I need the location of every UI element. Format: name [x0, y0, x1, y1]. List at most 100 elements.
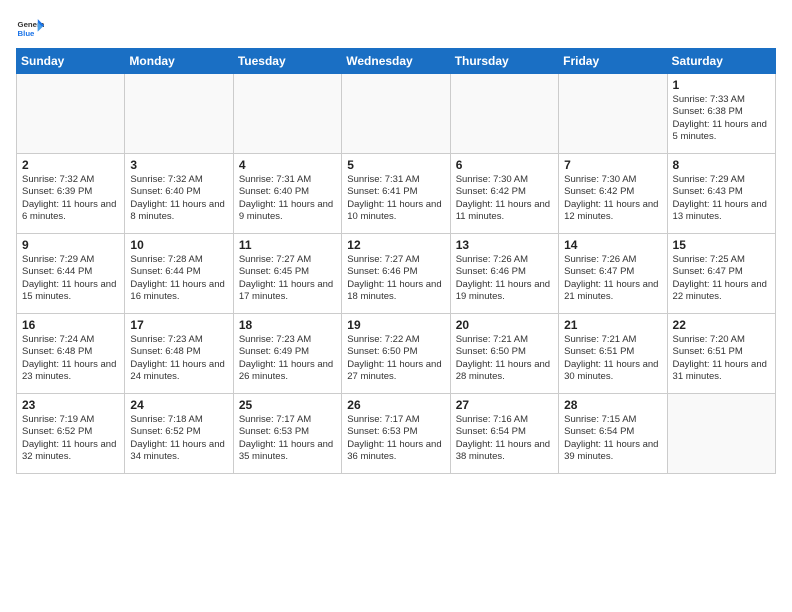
cell-info: Sunrise: 7:18 AMSunset: 6:52 PMDaylight:…: [130, 414, 227, 463]
svg-text:Blue: Blue: [18, 29, 36, 38]
cell-info: Sunrise: 7:30 AMSunset: 6:42 PMDaylight:…: [564, 174, 661, 223]
calendar-cell: 10Sunrise: 7:28 AMSunset: 6:44 PMDayligh…: [125, 234, 233, 314]
calendar-week-3: 9 Sunrise: 7:29 AMSunset: 6:44 PMDaylight…: [17, 234, 776, 314]
day-number: 17: [130, 318, 227, 332]
cell-info: Sunrise: 7:16 AMSunset: 6:54 PMDaylight:…: [456, 414, 553, 463]
calendar-cell: 1 Sunrise: 7:33 AMSunset: 6:38 PMDaylight…: [667, 74, 775, 154]
calendar-cell: 8 Sunrise: 7:29 AMSunset: 6:43 PMDaylight…: [667, 154, 775, 234]
cell-info: Sunrise: 7:33 AMSunset: 6:38 PMDaylight:…: [673, 94, 770, 143]
calendar-cell: 4 Sunrise: 7:31 AMSunset: 6:40 PMDaylight…: [233, 154, 341, 234]
day-number: 28: [564, 398, 661, 412]
day-number: 4: [239, 158, 336, 172]
day-number: 5: [347, 158, 444, 172]
calendar-header-saturday: Saturday: [667, 49, 775, 74]
calendar-cell: 16 Sunrise: 7:24 AMSunset: 6:48 PMDayligh…: [17, 314, 125, 394]
day-number: 18: [239, 318, 336, 332]
day-number: 25: [239, 398, 336, 412]
calendar-cell: 5 Sunrise: 7:31 AMSunset: 6:41 PMDaylight…: [342, 154, 450, 234]
day-number: 9: [22, 238, 119, 252]
calendar-week-1: 1 Sunrise: 7:33 AMSunset: 6:38 PMDaylight…: [17, 74, 776, 154]
calendar-cell: [125, 74, 233, 154]
calendar-header-wednesday: Wednesday: [342, 49, 450, 74]
cell-info: Sunrise: 7:25 AMSunset: 6:47 PMDaylight:…: [673, 254, 770, 303]
calendar-cell: 9 Sunrise: 7:29 AMSunset: 6:44 PMDaylight…: [17, 234, 125, 314]
calendar-cell: [450, 74, 558, 154]
calendar-week-4: 16 Sunrise: 7:24 AMSunset: 6:48 PMDayligh…: [17, 314, 776, 394]
calendar-week-2: 2 Sunrise: 7:32 AMSunset: 6:39 PMDaylight…: [17, 154, 776, 234]
calendar-cell: 25 Sunrise: 7:17 AMSunset: 6:53 PMDayligh…: [233, 394, 341, 474]
calendar-week-5: 23Sunrise: 7:19 AMSunset: 6:52 PMDayligh…: [17, 394, 776, 474]
calendar-cell: 17 Sunrise: 7:23 AMSunset: 6:48 PMDayligh…: [125, 314, 233, 394]
calendar-cell: [342, 74, 450, 154]
logo-icon: General Blue: [16, 16, 44, 44]
calendar-cell: 24 Sunrise: 7:18 AMSunset: 6:52 PMDayligh…: [125, 394, 233, 474]
cell-info: Sunrise: 7:32 AMSunset: 6:40 PMDaylight:…: [130, 174, 227, 223]
calendar-cell: 2 Sunrise: 7:32 AMSunset: 6:39 PMDaylight…: [17, 154, 125, 234]
calendar-cell: 12 Sunrise: 7:27 AMSunset: 6:46 PMDayligh…: [342, 234, 450, 314]
cell-info: Sunrise: 7:17 AMSunset: 6:53 PMDaylight:…: [347, 414, 444, 463]
cell-info: Sunrise: 7:29 AMSunset: 6:43 PMDaylight:…: [673, 174, 770, 223]
calendar-header-row: SundayMondayTuesdayWednesdayThursdayFrid…: [17, 49, 776, 74]
page-header: General Blue: [16, 16, 776, 44]
cell-info: Sunrise: 7:20 AMSunset: 6:51 PMDaylight:…: [673, 334, 770, 383]
cell-info: Sunrise: 7:23 AMSunset: 6:49 PMDaylight:…: [239, 334, 336, 383]
calendar-cell: 27 Sunrise: 7:16 AMSunset: 6:54 PMDayligh…: [450, 394, 558, 474]
day-number: 19: [347, 318, 444, 332]
cell-info: Sunrise: 7:27 AMSunset: 6:45 PMDaylight:…: [239, 254, 336, 303]
calendar-cell: [667, 394, 775, 474]
day-number: 1: [673, 78, 770, 92]
cell-info: Sunrise: 7:26 AMSunset: 6:47 PMDaylight:…: [564, 254, 661, 303]
day-number: 12: [347, 238, 444, 252]
calendar-header-monday: Monday: [125, 49, 233, 74]
cell-info: Sunrise: 7:24 AMSunset: 6:48 PMDaylight:…: [22, 334, 119, 383]
cell-info: Sunrise: 7:15 AMSunset: 6:54 PMDaylight:…: [564, 414, 661, 463]
cell-info: Sunrise: 7:27 AMSunset: 6:46 PMDaylight:…: [347, 254, 444, 303]
day-number: 6: [456, 158, 553, 172]
day-number: 8: [673, 158, 770, 172]
day-number: 3: [130, 158, 227, 172]
calendar-header-sunday: Sunday: [17, 49, 125, 74]
cell-info: Sunrise: 7:31 AMSunset: 6:40 PMDaylight:…: [239, 174, 336, 223]
day-number: 20: [456, 318, 553, 332]
day-number: 24: [130, 398, 227, 412]
cell-info: Sunrise: 7:31 AMSunset: 6:41 PMDaylight:…: [347, 174, 444, 223]
cell-info: Sunrise: 7:22 AMSunset: 6:50 PMDaylight:…: [347, 334, 444, 383]
logo: General Blue: [16, 16, 44, 44]
calendar-cell: 21 Sunrise: 7:21 AMSunset: 6:51 PMDayligh…: [559, 314, 667, 394]
cell-info: Sunrise: 7:21 AMSunset: 6:50 PMDaylight:…: [456, 334, 553, 383]
cell-info: Sunrise: 7:32 AMSunset: 6:39 PMDaylight:…: [22, 174, 119, 223]
calendar-cell: 18 Sunrise: 7:23 AMSunset: 6:49 PMDayligh…: [233, 314, 341, 394]
day-number: 21: [564, 318, 661, 332]
day-number: 14: [564, 238, 661, 252]
calendar-cell: [17, 74, 125, 154]
calendar-cell: 23Sunrise: 7:19 AMSunset: 6:52 PMDayligh…: [17, 394, 125, 474]
cell-info: Sunrise: 7:28 AMSunset: 6:44 PMDaylight:…: [130, 254, 227, 303]
day-number: 27: [456, 398, 553, 412]
calendar-cell: 11 Sunrise: 7:27 AMSunset: 6:45 PMDayligh…: [233, 234, 341, 314]
calendar-cell: [233, 74, 341, 154]
calendar-cell: 3 Sunrise: 7:32 AMSunset: 6:40 PMDaylight…: [125, 154, 233, 234]
cell-info: Sunrise: 7:29 AMSunset: 6:44 PMDaylight:…: [22, 254, 119, 303]
day-number: 2: [22, 158, 119, 172]
day-number: 16: [22, 318, 119, 332]
day-number: 26: [347, 398, 444, 412]
cell-info: Sunrise: 7:17 AMSunset: 6:53 PMDaylight:…: [239, 414, 336, 463]
calendar-cell: 6 Sunrise: 7:30 AMSunset: 6:42 PMDaylight…: [450, 154, 558, 234]
calendar-cell: 14 Sunrise: 7:26 AMSunset: 6:47 PMDayligh…: [559, 234, 667, 314]
calendar-cell: 28 Sunrise: 7:15 AMSunset: 6:54 PMDayligh…: [559, 394, 667, 474]
cell-info: Sunrise: 7:30 AMSunset: 6:42 PMDaylight:…: [456, 174, 553, 223]
calendar-cell: 19 Sunrise: 7:22 AMSunset: 6:50 PMDayligh…: [342, 314, 450, 394]
cell-info: Sunrise: 7:21 AMSunset: 6:51 PMDaylight:…: [564, 334, 661, 383]
day-number: 7: [564, 158, 661, 172]
day-number: 11: [239, 238, 336, 252]
calendar: SundayMondayTuesdayWednesdayThursdayFrid…: [16, 48, 776, 474]
calendar-header-thursday: Thursday: [450, 49, 558, 74]
cell-info: Sunrise: 7:26 AMSunset: 6:46 PMDaylight:…: [456, 254, 553, 303]
calendar-cell: 7 Sunrise: 7:30 AMSunset: 6:42 PMDaylight…: [559, 154, 667, 234]
day-number: 13: [456, 238, 553, 252]
calendar-cell: 26 Sunrise: 7:17 AMSunset: 6:53 PMDayligh…: [342, 394, 450, 474]
cell-info: Sunrise: 7:19 AMSunset: 6:52 PMDaylight:…: [22, 414, 119, 463]
calendar-cell: 22Sunrise: 7:20 AMSunset: 6:51 PMDayligh…: [667, 314, 775, 394]
calendar-header-tuesday: Tuesday: [233, 49, 341, 74]
cell-info: Sunrise: 7:23 AMSunset: 6:48 PMDaylight:…: [130, 334, 227, 383]
